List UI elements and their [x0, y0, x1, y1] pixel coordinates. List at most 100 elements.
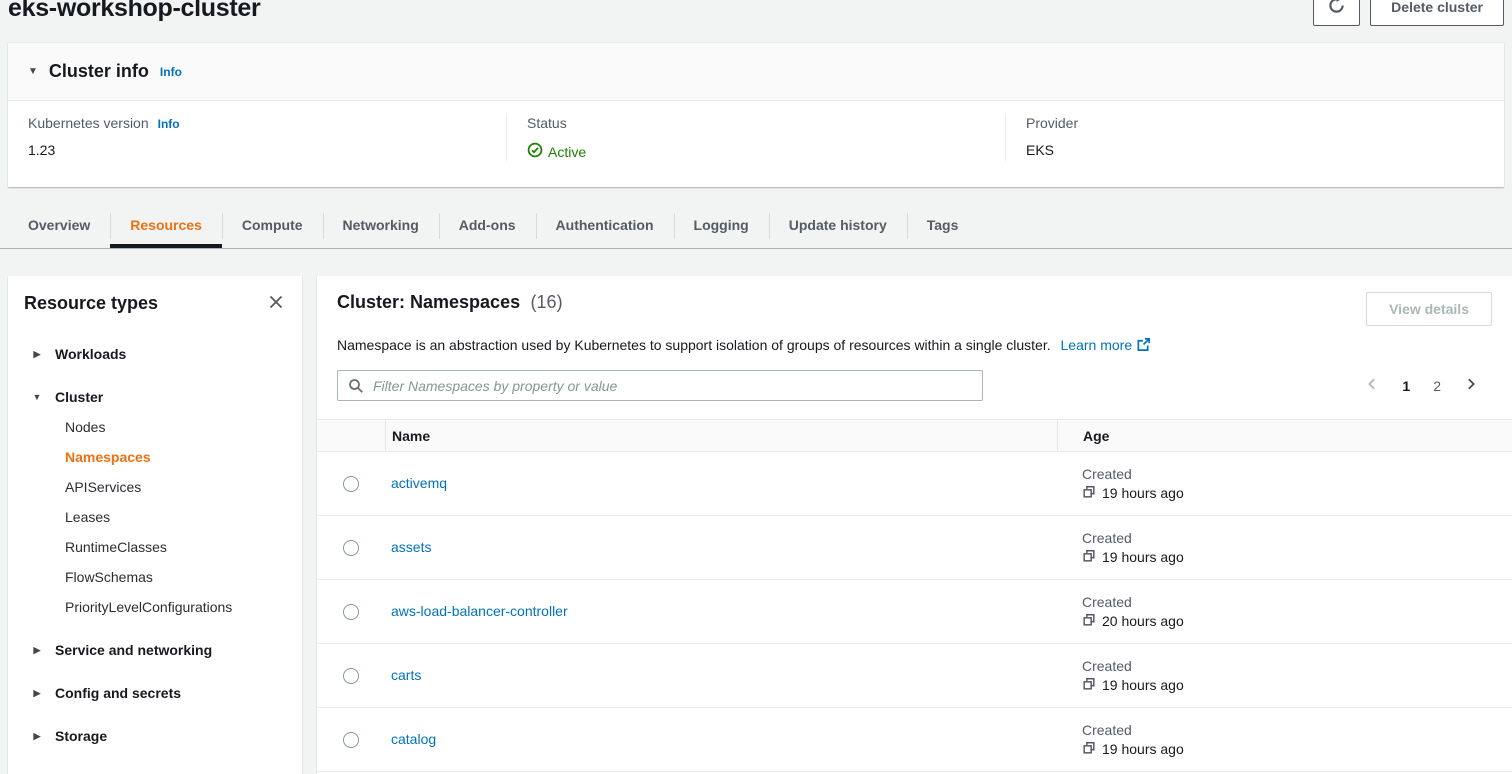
sidebar-group-config-and-secrets[interactable]: ▶ Config and secrets	[32, 678, 286, 708]
sidebar-item-nodes[interactable]: Nodes	[65, 412, 286, 442]
cluster-info-body: Kubernetes version Info 1.23 Status Acti…	[8, 101, 1504, 187]
status-value: Active	[548, 144, 586, 160]
close-panel-button[interactable]	[266, 292, 286, 315]
copy-icon[interactable]	[1082, 741, 1096, 758]
copy-icon[interactable]	[1082, 677, 1096, 694]
row-radio[interactable]	[343, 732, 359, 748]
filter-namespaces-input[interactable]	[337, 370, 983, 401]
page-title: eks-workshop-cluster	[8, 0, 1504, 23]
sidebar-group-label: Storage	[55, 728, 107, 744]
namespace-link[interactable]: activemq	[391, 475, 447, 491]
row-radio[interactable]	[343, 540, 359, 556]
page-header: eks-workshop-cluster Delete cluster	[0, 0, 1512, 42]
kubernetes-version-value: 1.23	[28, 142, 486, 158]
provider-value: EKS	[1026, 142, 1484, 158]
cluster-group-children: Nodes Namespaces APIServices Leases Runt…	[32, 412, 286, 622]
table-row: carts Created 19 hours ago	[317, 644, 1512, 708]
sidebar-item-flowschemas[interactable]: FlowSchemas	[65, 562, 286, 592]
row-radio[interactable]	[343, 476, 359, 492]
namespace-link[interactable]: catalog	[391, 731, 436, 747]
row-radio[interactable]	[343, 668, 359, 684]
created-label: Created	[1082, 466, 1512, 482]
close-icon	[268, 294, 284, 313]
chevron-left-icon	[1365, 377, 1379, 394]
age-column-header: Age	[1057, 420, 1512, 451]
sidebar-group-cluster[interactable]: ▼ Cluster	[32, 382, 286, 412]
age-value: 19 hours ago	[1102, 677, 1184, 693]
namespace-link[interactable]: carts	[391, 667, 421, 683]
namespaces-title: Cluster: Namespaces	[337, 292, 520, 312]
tab-overview[interactable]: Overview	[8, 203, 110, 248]
caret-down-icon[interactable]: ▼	[28, 67, 38, 77]
caret-right-icon[interactable]: ▶	[32, 349, 42, 360]
sidebar-item-leases[interactable]: Leases	[65, 502, 286, 532]
tab-logging[interactable]: Logging	[674, 203, 769, 248]
sidebar-group-label: Cluster	[55, 389, 103, 405]
namespace-link[interactable]: assets	[391, 539, 431, 555]
namespaces-table: Name Age activemq Created 19	[317, 419, 1512, 772]
tab-update-history[interactable]: Update history	[769, 203, 907, 248]
status-active-icon	[527, 142, 543, 161]
next-page-button[interactable]	[1464, 377, 1478, 394]
created-label: Created	[1082, 722, 1512, 738]
tab-tags[interactable]: Tags	[907, 203, 979, 248]
sidebar-group-service-and-networking[interactable]: ▶ Service and networking	[32, 635, 286, 665]
status-label: Status	[527, 115, 567, 131]
copy-icon[interactable]	[1082, 485, 1096, 502]
tab-add-ons[interactable]: Add-ons	[439, 203, 536, 248]
previous-page-button[interactable]	[1365, 377, 1379, 394]
page-number-2[interactable]: 2	[1433, 378, 1441, 394]
learn-more-link[interactable]: Learn more	[1061, 337, 1133, 353]
kubernetes-version-info-link[interactable]: Info	[158, 117, 180, 131]
resources-split-layout: Resource types ▶ Workloads ▼ Cluster Nod…	[8, 276, 1512, 774]
pagination: 1 2	[1365, 377, 1478, 394]
sidebar-group-label: Config and secrets	[55, 685, 181, 701]
selection-column-header	[317, 420, 385, 451]
caret-right-icon[interactable]: ▶	[32, 688, 42, 699]
page-number-1[interactable]: 1	[1402, 378, 1410, 394]
tab-authentication[interactable]: Authentication	[536, 203, 674, 248]
sidebar-group-workloads[interactable]: ▶ Workloads	[32, 339, 286, 369]
sidebar-group-label: Service and networking	[55, 642, 212, 658]
sidebar-item-prioritylevelconfigurations[interactable]: PriorityLevelConfigurations	[65, 592, 286, 622]
tab-resources[interactable]: Resources	[110, 203, 222, 248]
copy-icon[interactable]	[1082, 549, 1096, 566]
age-value: 19 hours ago	[1102, 741, 1184, 757]
caret-right-icon[interactable]: ▶	[32, 731, 42, 742]
chevron-right-icon	[1464, 377, 1478, 394]
name-column-header: Name	[385, 420, 1057, 451]
cluster-info-header[interactable]: ▼ Cluster info Info	[8, 43, 1504, 101]
sidebar-item-namespaces[interactable]: Namespaces	[65, 442, 286, 472]
field-kubernetes-version: Kubernetes version Info 1.23	[8, 115, 506, 161]
field-provider: Provider EKS	[1005, 115, 1504, 161]
external-link-icon	[1136, 339, 1151, 355]
created-label: Created	[1082, 594, 1512, 610]
age-value: 19 hours ago	[1102, 549, 1184, 565]
resource-types-title: Resource types	[24, 293, 158, 314]
cluster-info-title: Cluster info	[49, 61, 149, 82]
copy-icon[interactable]	[1082, 613, 1096, 630]
caret-right-icon[interactable]: ▶	[32, 645, 42, 656]
delete-cluster-button[interactable]: Delete cluster	[1370, 0, 1504, 26]
kubernetes-version-label: Kubernetes version	[28, 115, 149, 131]
sidebar-item-apiservices[interactable]: APIServices	[65, 472, 286, 502]
table-row: aws-load-balancer-controller Created 20 …	[317, 580, 1512, 644]
sidebar-group-storage[interactable]: ▶ Storage	[32, 721, 286, 751]
row-radio[interactable]	[343, 604, 359, 620]
tab-networking[interactable]: Networking	[323, 203, 439, 248]
cluster-tabs: Overview Resources Compute Networking Ad…	[0, 203, 1512, 249]
refresh-button[interactable]	[1313, 0, 1360, 26]
cluster-info-info-link[interactable]: Info	[160, 65, 182, 79]
caret-down-icon[interactable]: ▼	[32, 392, 42, 402]
age-value: 19 hours ago	[1102, 485, 1184, 501]
sidebar-group-label: Workloads	[55, 346, 126, 362]
tab-compute[interactable]: Compute	[222, 203, 323, 248]
table-row: catalog Created 19 hours ago	[317, 708, 1512, 772]
sidebar-item-runtimeclasses[interactable]: RuntimeClasses	[65, 532, 286, 562]
table-row: activemq Created 19 hours ago	[317, 452, 1512, 516]
resource-types-tree: ▶ Workloads ▼ Cluster Nodes Namespaces A…	[24, 339, 286, 751]
resource-types-panel: Resource types ▶ Workloads ▼ Cluster Nod…	[8, 276, 302, 774]
view-details-button[interactable]: View details	[1366, 292, 1492, 326]
namespaces-panel: Cluster: Namespaces (16) View details Na…	[317, 276, 1512, 774]
namespace-link[interactable]: aws-load-balancer-controller	[391, 603, 568, 619]
